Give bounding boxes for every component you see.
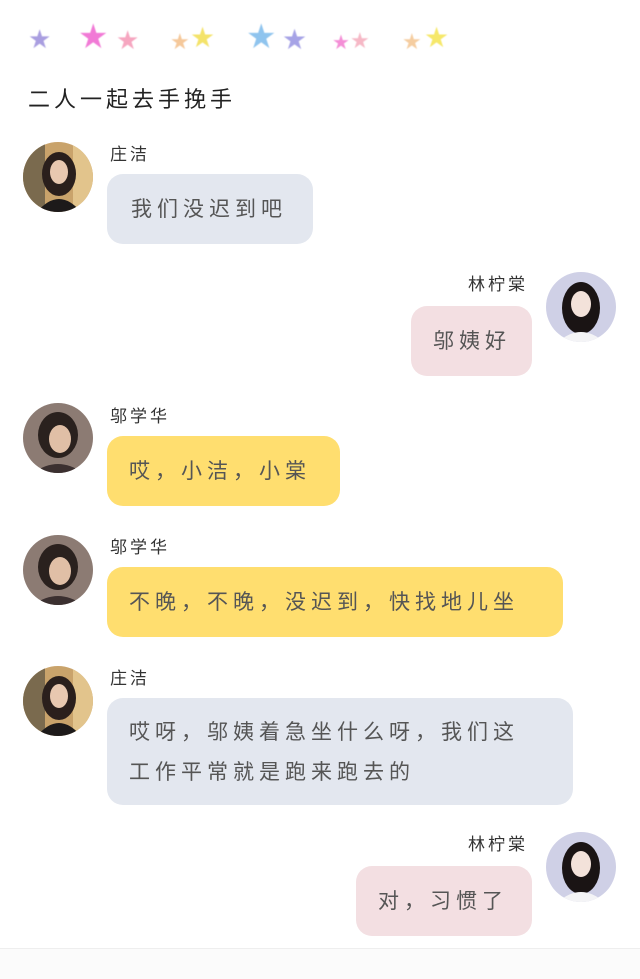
message-text-line: 工作平常就是跑来跑去的 xyxy=(129,760,415,784)
star-icon: ★ xyxy=(332,30,350,54)
page-title: 二人一起去手挽手 xyxy=(28,88,237,113)
star-icon: ★ xyxy=(350,29,370,54)
message-bubble: 邬姨好 xyxy=(411,306,532,376)
avatar-lin-ning-tang[interactable] xyxy=(546,272,616,342)
star-icon: ★ xyxy=(78,17,109,57)
star-icon: ★ xyxy=(190,21,216,54)
message-text: 对，习惯了 xyxy=(378,889,508,913)
sender-name: 林柠棠 xyxy=(468,835,528,855)
avatar-zhuang-jie[interactable] xyxy=(23,666,93,736)
message-bubble: 哎，小洁，小棠 xyxy=(107,436,340,506)
star-icon: ★ xyxy=(170,30,190,55)
avatar-wu-xue-hua[interactable] xyxy=(23,535,93,605)
avatar-zhuang-jie[interactable] xyxy=(23,142,93,212)
next-card-edge xyxy=(0,948,640,979)
message-text: 不晚，不晚，没迟到，快找地儿坐 xyxy=(129,590,519,614)
message-text: 我们没迟到吧 xyxy=(131,197,287,221)
star-decoration: ★ ★ ★ ★ ★ ★ ★ ★ ★ ★ ★ xyxy=(28,18,468,62)
sender-name: 邬学华 xyxy=(110,538,170,558)
sender-name: 林柠棠 xyxy=(468,275,528,295)
sender-name: 庄洁 xyxy=(110,669,150,689)
message-bubble: 不晚，不晚，没迟到，快找地儿坐 xyxy=(107,567,563,637)
avatar-wu-xue-hua[interactable] xyxy=(23,403,93,473)
message-text: 邬姨好 xyxy=(433,329,511,353)
message-text-line: 哎呀，邬姨着急坐什么呀，我们这 xyxy=(129,720,519,744)
message-bubble: 哎呀，邬姨着急坐什么呀，我们这 工作平常就是跑来跑去的 xyxy=(107,698,573,805)
avatar-lin-ning-tang[interactable] xyxy=(546,832,616,902)
sender-name: 邬学华 xyxy=(110,407,170,427)
message-text: 哎，小洁，小棠 xyxy=(129,459,311,483)
sender-name: 庄洁 xyxy=(110,145,150,165)
message-bubble: 对，习惯了 xyxy=(356,866,532,936)
star-icon: ★ xyxy=(28,25,52,55)
message-bubble: 我们没迟到吧 xyxy=(107,174,313,244)
star-icon: ★ xyxy=(282,23,308,56)
star-icon: ★ xyxy=(424,21,450,54)
star-icon: ★ xyxy=(246,17,277,57)
star-icon: ★ xyxy=(116,26,140,56)
star-icon: ★ xyxy=(402,30,422,55)
